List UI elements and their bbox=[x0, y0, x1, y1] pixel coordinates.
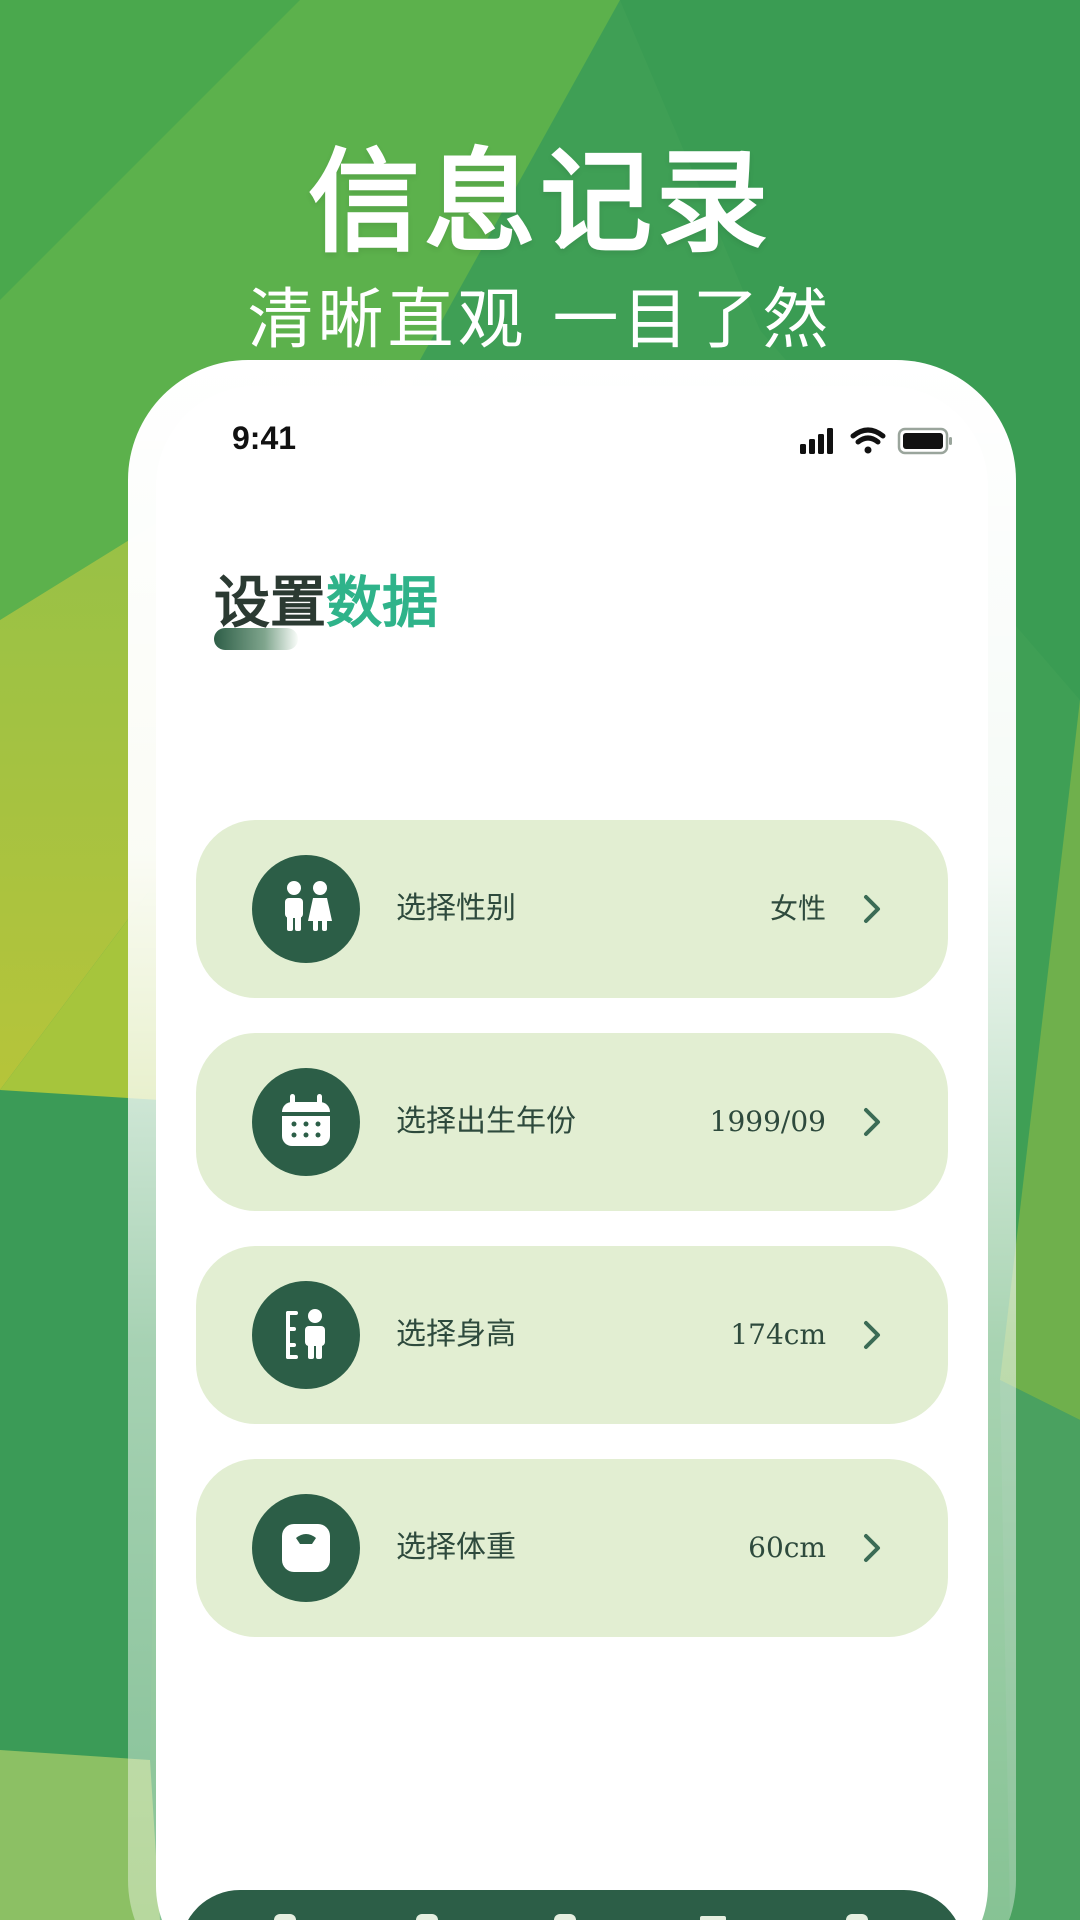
page-title: 设置数据 bbox=[214, 558, 438, 639]
calendar-icon-badge bbox=[252, 1068, 360, 1176]
setting-weight[interactable]: 选择体重 60cm bbox=[196, 1459, 948, 1637]
chevron-right-icon bbox=[864, 1108, 880, 1136]
promo-title: 信息记录 bbox=[308, 138, 772, 268]
page-title-main: 设置 bbox=[214, 570, 326, 636]
status-icons bbox=[800, 427, 952, 455]
setting-birth-year[interactable]: 选择出生年份 1999/09 bbox=[196, 1033, 948, 1211]
chevron-right-icon bbox=[864, 1534, 880, 1562]
tab-chart-icon[interactable] bbox=[416, 1914, 438, 1920]
gender-icon bbox=[285, 881, 332, 931]
setting-value: 女性 bbox=[769, 892, 826, 925]
setting-value: 1999/09 bbox=[709, 1105, 826, 1138]
height-icon-badge bbox=[252, 1281, 360, 1389]
wifi-icon bbox=[850, 427, 886, 454]
setting-label: 选择身高 bbox=[396, 1317, 516, 1352]
battery-icon bbox=[897, 427, 952, 455]
scale-icon-badge bbox=[252, 1494, 360, 1602]
height-icon bbox=[286, 1309, 325, 1359]
calendar-icon bbox=[282, 1094, 330, 1146]
title-underline bbox=[214, 628, 298, 650]
chevron-right-icon bbox=[864, 1321, 880, 1349]
setting-value: 60cm bbox=[748, 1531, 826, 1564]
setting-height[interactable]: 选择身高 174cm bbox=[196, 1246, 948, 1424]
status-time: 9:41 bbox=[232, 420, 297, 456]
gender-icon-badge bbox=[252, 855, 360, 963]
tab-profile-icon[interactable] bbox=[846, 1914, 868, 1920]
promo-subtitle: 清晰直观 一目了然 bbox=[247, 281, 833, 358]
tab-home-icon[interactable] bbox=[274, 1914, 296, 1920]
tab-plus-icon[interactable] bbox=[554, 1914, 576, 1920]
setting-label: 选择性别 bbox=[396, 891, 516, 926]
signal-icon bbox=[800, 428, 833, 454]
page-title-accent: 数据 bbox=[326, 570, 438, 636]
setting-label: 选择出生年份 bbox=[396, 1104, 576, 1139]
setting-label: 选择体重 bbox=[396, 1530, 516, 1565]
setting-gender[interactable]: 选择性别 女性 bbox=[196, 820, 948, 998]
scale-icon bbox=[282, 1524, 330, 1572]
chevron-right-icon bbox=[864, 895, 880, 923]
tab-record-icon[interactable] bbox=[700, 1916, 726, 1920]
setting-value: 174cm bbox=[730, 1318, 826, 1351]
